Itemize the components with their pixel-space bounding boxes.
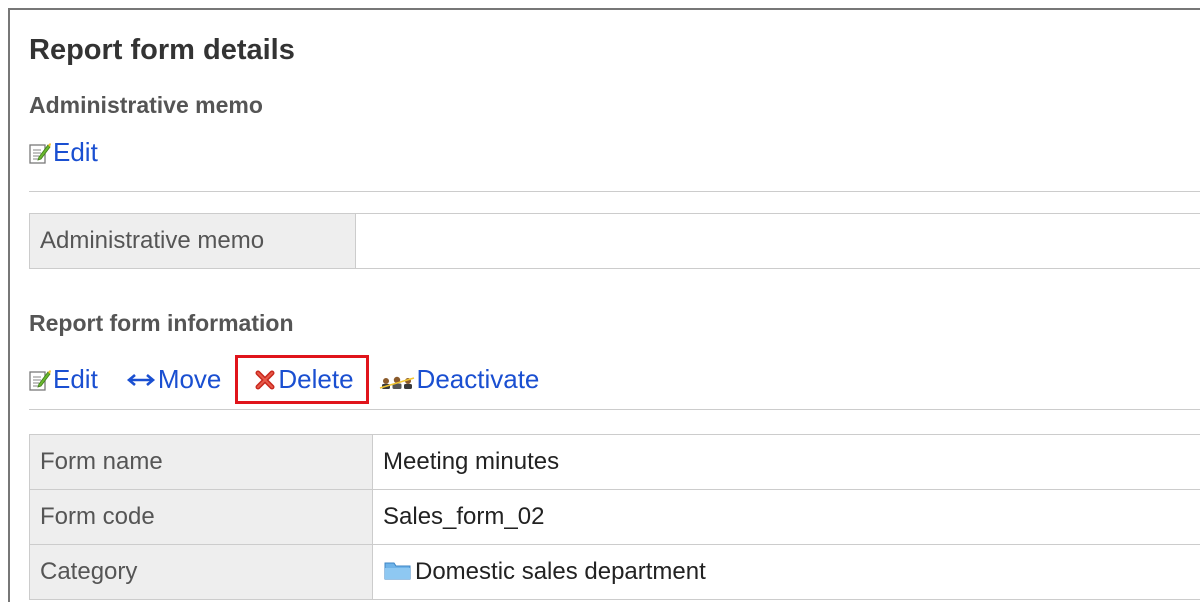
admin-memo-edit-link[interactable]: Edit (29, 137, 98, 168)
deactivate-link[interactable]: Deactivate (379, 364, 540, 395)
category-value: Domestic sales department (415, 558, 706, 585)
row-label: Category (29, 544, 373, 600)
admin-memo-edit-label: Edit (53, 137, 98, 167)
report-info-heading: Report form information (29, 310, 294, 336)
table-row: Form name Meeting minutes (29, 434, 1200, 490)
report-form-details-panel: Report form details Administrative memo … (8, 8, 1200, 602)
delete-x-icon (255, 370, 275, 389)
page-title: Report form details (29, 34, 295, 66)
folder-icon (384, 562, 411, 580)
row-value: Sales_form_02 (372, 489, 1200, 545)
deactivate-label: Deactivate (416, 364, 540, 394)
table-row: Administrative memo (29, 213, 1200, 269)
deactivate-users-icon (379, 376, 414, 389)
edit-label: Edit (53, 364, 98, 394)
table-row: Form code Sales_form_02 (29, 489, 1200, 545)
admin-memo-actions: Edit (29, 137, 98, 168)
row-value: Meeting minutes (372, 434, 1200, 490)
divider (29, 409, 1200, 410)
edit-icon (29, 142, 51, 164)
delete-label: Delete (278, 364, 354, 394)
report-info-table: Form name Meeting minutes Form code Sale… (29, 434, 1200, 600)
move-label: Move (157, 364, 222, 394)
delete-highlight-box: Delete (235, 355, 369, 404)
table-row: Category Domestic sales department (29, 544, 1200, 600)
edit-link[interactable]: Edit (29, 364, 98, 395)
admin-memo-table: Administrative memo (29, 213, 1200, 269)
edit-icon (29, 369, 51, 391)
row-label: Form code (29, 489, 373, 545)
move-arrows-icon (126, 373, 155, 386)
row-label: Administrative memo (29, 213, 356, 269)
row-label: Form name (29, 434, 373, 490)
row-value (355, 213, 1200, 269)
divider (29, 191, 1200, 192)
report-info-actions: Edit Move Delete Deactivate (29, 355, 539, 404)
admin-memo-heading: Administrative memo (29, 92, 263, 118)
move-link[interactable]: Move (126, 364, 222, 395)
delete-link[interactable]: Delete (254, 364, 354, 395)
category-cell: Domestic sales department (372, 544, 1200, 600)
